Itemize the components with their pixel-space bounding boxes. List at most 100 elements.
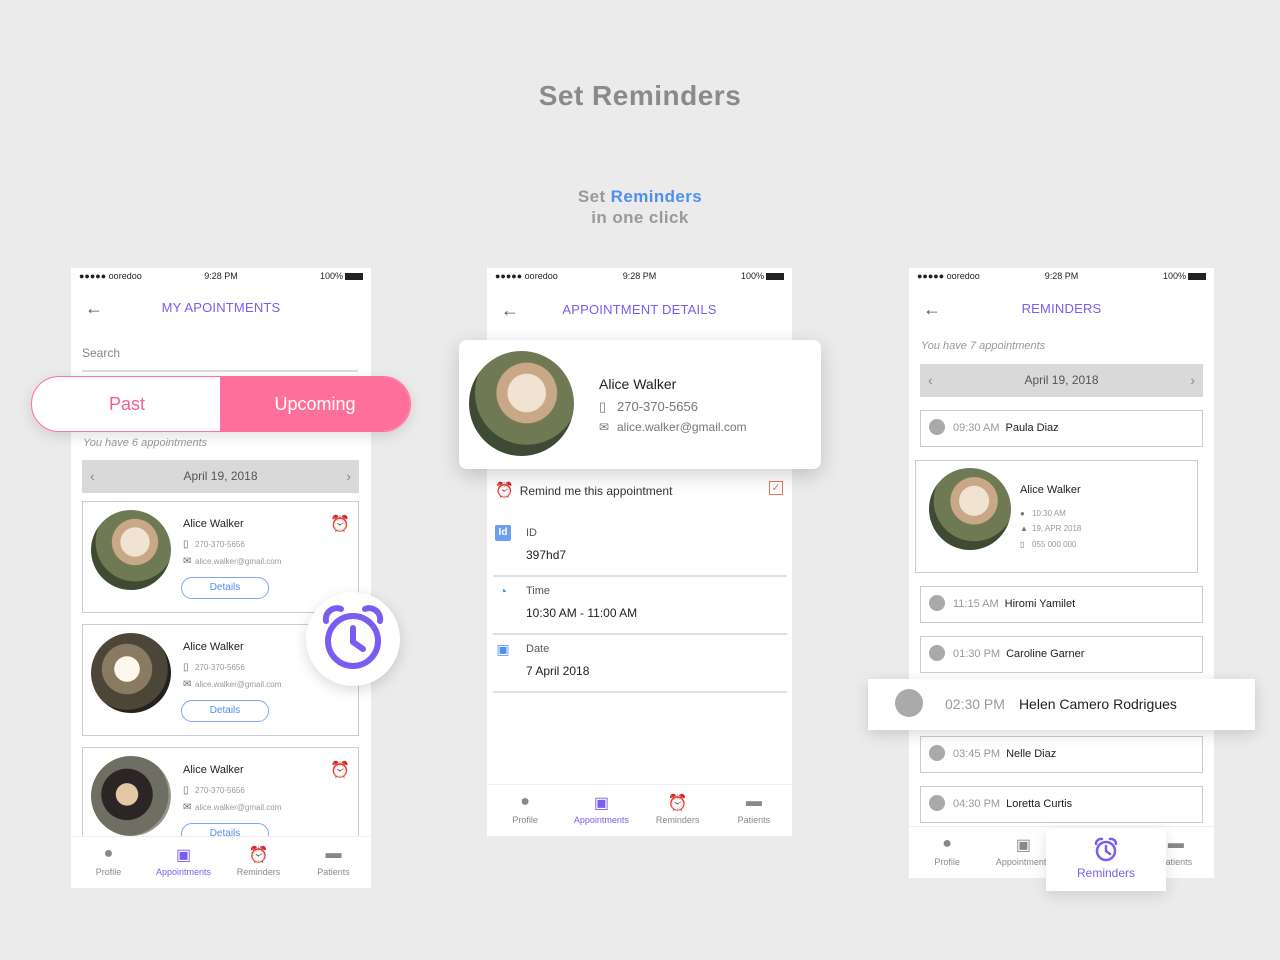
appointments-screen: ●●●●● ooredoo 9:28 PM 100% ← MY APOINTME… bbox=[71, 268, 371, 888]
patient-phone-value: 270-370-5656 bbox=[195, 540, 245, 549]
reminder-row-highlighted[interactable]: 02:30 PM Helen Camero Rodrigues bbox=[868, 679, 1255, 730]
remind-checkbox[interactable]: ✓ bbox=[769, 481, 783, 495]
reminder-name: Paula Diaz bbox=[1005, 422, 1059, 434]
status-bar: ●●●●● ooredoo 9:28 PM 100% bbox=[487, 268, 792, 286]
tab-appointments-label: Appointments bbox=[573, 815, 629, 825]
battery: 100% bbox=[741, 271, 784, 281]
date-selector[interactable]: ‹ April 19, 2018 › bbox=[920, 364, 1203, 397]
screen-title: APPOINTMENT DETAILS bbox=[562, 302, 717, 317]
battery: 100% bbox=[1163, 271, 1206, 281]
avatar bbox=[929, 468, 1011, 550]
reminder-row[interactable]: 03:45 PM Nelle Diaz bbox=[920, 736, 1203, 773]
reminder-time: 03:45 PM bbox=[953, 748, 1001, 760]
past-upcoming-toggle: Past Upcoming bbox=[31, 376, 411, 432]
avatar bbox=[91, 633, 171, 713]
tab-appointments[interactable]: ▣ Appointments bbox=[563, 785, 639, 836]
details-button[interactable]: Details bbox=[181, 577, 269, 599]
reminder-name: Nelle Diaz bbox=[1006, 748, 1057, 760]
tab-profile[interactable]: ● Profile bbox=[487, 785, 563, 836]
clock-icon bbox=[929, 795, 945, 812]
appointment-time: ● 10:30 AM bbox=[1020, 509, 1066, 518]
reminder-name: Hiromi Yamilet bbox=[1004, 598, 1076, 610]
date-label: April 19, 2018 bbox=[183, 469, 258, 483]
mail-icon: ✉ bbox=[183, 679, 192, 690]
alarm-icon: ⏰ bbox=[495, 482, 514, 499]
tab-patients-label: Patients bbox=[317, 867, 350, 877]
next-date-icon[interactable]: › bbox=[1190, 364, 1195, 397]
date-selector[interactable]: ‹ April 19, 2018 › bbox=[82, 460, 359, 493]
alarm-icon[interactable] bbox=[306, 592, 400, 686]
patient-name: Alice Walker bbox=[183, 764, 244, 776]
tab-patients[interactable]: ▬ Patients bbox=[296, 837, 371, 888]
battery-icon bbox=[345, 273, 363, 281]
patient-phone-value: 270-370-5656 bbox=[617, 399, 698, 414]
reminder-time: 09:30 AM bbox=[953, 422, 1000, 434]
alarm-icon[interactable]: ⏰ bbox=[330, 514, 350, 534]
time-field: ◔ Time 10:30 AM - 11:00 AM bbox=[493, 579, 787, 635]
tab-profile[interactable]: ● Profile bbox=[71, 837, 146, 888]
patient-phone: ▯ 270-370-5656 bbox=[183, 539, 245, 550]
appointment-date-value: 19, APR 2018 bbox=[1032, 524, 1082, 533]
reminder-time: 02:30 PM bbox=[945, 696, 1005, 712]
tab-reminders-label: Reminders bbox=[655, 815, 700, 825]
patient-email-value: alice.walker@gmail.com bbox=[617, 420, 747, 434]
tab-reminders[interactable]: ⏰ Reminders bbox=[221, 837, 296, 888]
tab-reminders-label: Reminders bbox=[236, 867, 281, 877]
date-label: Date bbox=[526, 643, 550, 655]
time-label: Time bbox=[526, 585, 551, 597]
calendar-icon: ▲ bbox=[1020, 524, 1028, 533]
tab-appointments-label: Appointments bbox=[995, 857, 1051, 867]
avatar bbox=[469, 351, 574, 456]
patient-phone: ▯ 270-370-5656 bbox=[183, 785, 245, 796]
next-date-icon[interactable]: › bbox=[346, 460, 351, 493]
page-title: Set Reminders bbox=[538, 80, 742, 111]
battery-level: 100% bbox=[1162, 271, 1186, 281]
reminders-screen: ●●●●● ooredoo 9:28 PM 100% ← REMINDERS Y… bbox=[909, 268, 1214, 878]
tab-reminders[interactable]: ⏰ Reminders bbox=[640, 785, 716, 836]
phone-icon: ▯ bbox=[1020, 540, 1025, 549]
tagline-line2: in one click bbox=[591, 208, 689, 227]
appointment-time-value: 10:30 AM bbox=[1032, 509, 1066, 518]
tab-appointments[interactable]: ▣ Appointments bbox=[146, 837, 221, 888]
date-label: April 19, 2018 bbox=[1024, 373, 1099, 387]
patient-name: Alice Walker bbox=[183, 518, 244, 530]
reminder-name: Caroline Garner bbox=[1006, 648, 1085, 660]
patient-email: ✉ alice.walker@gmail.com bbox=[183, 556, 281, 567]
tab-profile-label: Profile bbox=[512, 815, 538, 825]
reminder-card-expanded[interactable]: Alice Walker ● 10:30 AM ▲ 19, APR 2018 ▯ 05… bbox=[915, 460, 1198, 573]
calendar-icon: ▣ bbox=[175, 847, 192, 864]
reminder-row[interactable]: 04:30 PM Loretta Curtis bbox=[920, 786, 1203, 823]
alarm-icon: ⏰ bbox=[248, 847, 269, 864]
calendar-icon: ▣ bbox=[496, 641, 510, 657]
alarm-icon: ⏰ bbox=[667, 795, 688, 812]
reminder-row[interactable]: 11:15 AM Hiromi Yamilet bbox=[920, 586, 1203, 623]
battery-level: 100% bbox=[319, 271, 343, 281]
reminder-row[interactable]: 01:30 PM Caroline Garner bbox=[920, 636, 1203, 673]
bed-icon: ▬ bbox=[325, 845, 342, 862]
patient-email-value: alice.walker@gmail.com bbox=[195, 680, 282, 689]
prev-date-icon[interactable]: ‹ bbox=[90, 460, 95, 493]
past-tab[interactable]: Past bbox=[32, 377, 222, 431]
prev-date-icon[interactable]: ‹ bbox=[928, 364, 933, 397]
tab-appointments-label: Appointments bbox=[155, 867, 212, 877]
tab-reminders-label: Reminders bbox=[1076, 866, 1136, 880]
upcoming-tab[interactable]: Upcoming bbox=[220, 377, 410, 431]
avatar bbox=[91, 510, 171, 590]
id-value: 397hd7 bbox=[526, 548, 567, 562]
patient-email: ✉ alice.walker@gmail.com bbox=[183, 679, 281, 690]
reminder-row[interactable]: 09:30 AM Paula Diaz bbox=[920, 410, 1203, 447]
details-button[interactable]: Details bbox=[181, 700, 269, 722]
tab-patients[interactable]: ▬ Patients bbox=[716, 785, 792, 836]
mail-icon: ✉ bbox=[183, 556, 192, 567]
appointment-counter: You have 6 appointments bbox=[83, 437, 208, 449]
clock-icon bbox=[929, 419, 945, 436]
screen-title: MY APOINTMENTS bbox=[161, 300, 281, 315]
search-input[interactable]: Search bbox=[82, 346, 358, 372]
reminders-tab-highlight[interactable]: Reminders bbox=[1046, 829, 1166, 891]
tab-bar: ● Profile ▣ Appointments ⏰ Reminders ▬ Patie… bbox=[487, 784, 792, 836]
tab-profile[interactable]: ● Profile bbox=[909, 827, 985, 878]
remind-toggle[interactable]: ⏰ Remind me this appointment ✓ bbox=[495, 481, 785, 499]
battery: 100% bbox=[320, 271, 363, 281]
alarm-icon[interactable]: ⏰ bbox=[330, 760, 350, 780]
tab-bar: ● Profile ▣ Appointments ⏰ Reminders ▬ Patie… bbox=[71, 836, 371, 888]
